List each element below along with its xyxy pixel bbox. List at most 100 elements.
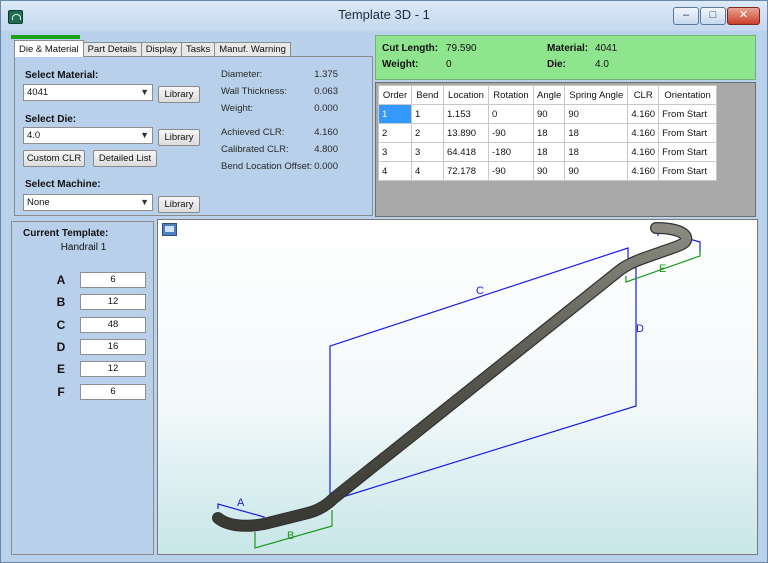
custom-clr-button[interactable]: Custom CLR — [23, 150, 85, 167]
table-cell[interactable]: 72.178 — [443, 161, 489, 181]
weight-summary-label: Weight: — [382, 59, 419, 70]
dim-d-input[interactable]: 16 — [80, 339, 146, 355]
minimize-button[interactable]: – — [673, 7, 699, 25]
tab-strip: Die & Material Part Details Display Task… — [14, 40, 291, 57]
table-cell[interactable]: 18 — [564, 123, 629, 143]
cut-length-label: Cut Length: — [382, 43, 439, 54]
table-cell[interactable]: 4.160 — [627, 161, 660, 181]
die-library-button[interactable]: Library — [158, 129, 200, 146]
table-cell[interactable]: 4 — [411, 161, 444, 181]
die-select-value: 4.0 — [27, 130, 41, 141]
viewport-canvas[interactable]: A B C D E — [158, 220, 758, 555]
table-cell[interactable]: From Start — [658, 142, 718, 162]
wall-thickness-label: Wall Thickness: — [221, 86, 287, 97]
diameter-value: 1.375 — [314, 69, 338, 80]
bend-location-offset-value: 0.000 — [314, 161, 338, 172]
tab-part-details[interactable]: Part Details — [82, 42, 142, 57]
material-library-button[interactable]: Library — [158, 86, 200, 103]
weight-summary-value: 0 — [446, 59, 452, 70]
die-select[interactable]: 4.0 ▼ — [23, 127, 153, 144]
die-material-tab-body: Select Material: 4041 ▼ Library Select D… — [14, 56, 373, 216]
machine-select-value: None — [27, 197, 50, 208]
weight-label: Weight: — [221, 103, 254, 114]
table-cell[interactable]: 90 — [564, 104, 629, 124]
table-cell[interactable]: 3 — [378, 142, 412, 162]
table-cell[interactable]: 18 — [532, 142, 566, 162]
tab-tasks[interactable]: Tasks — [180, 42, 216, 57]
3d-viewport[interactable]: A B C D E — [157, 219, 758, 555]
tab-die-material[interactable]: Die & Material — [14, 40, 84, 57]
tab-display[interactable]: Display — [140, 42, 182, 57]
table-cell[interactable]: From Start — [658, 161, 718, 181]
machine-select[interactable]: None ▼ — [23, 194, 153, 211]
table-cell[interactable]: 64.418 — [443, 142, 489, 162]
column-header[interactable]: Orientation — [658, 85, 718, 105]
dim-b-input[interactable]: 12 — [80, 294, 146, 310]
current-template-label: Current Template: — [23, 228, 109, 239]
table-cell[interactable]: 90 — [532, 104, 566, 124]
table-row[interactable]: 1 1 1.153 0 90 90 4.160 From Start — [378, 104, 718, 124]
maximize-button[interactable]: □ — [700, 7, 726, 25]
column-header[interactable]: Angle — [532, 85, 566, 105]
table-row[interactable]: 2 2 13.890 -90 18 18 4.160 From Start — [378, 123, 718, 143]
table-cell[interactable]: From Start — [658, 123, 718, 143]
dim-e-marker: E — [659, 263, 666, 275]
monitor-icon[interactable] — [162, 223, 177, 236]
dim-e-input[interactable]: 12 — [80, 361, 146, 377]
tab-manuf-warning[interactable]: Manuf. Warning — [214, 42, 291, 57]
table-cell[interactable]: -180 — [488, 142, 534, 162]
table-cell[interactable]: From Start — [658, 104, 718, 124]
table-cell[interactable]: 4 — [378, 161, 412, 181]
machine-library-button[interactable]: Library — [158, 196, 200, 213]
table-cell[interactable]: 13.890 — [443, 123, 489, 143]
material-summary-value: 4041 — [595, 43, 618, 54]
achieved-clr-value: 4.160 — [314, 127, 338, 138]
material-select-value: 4041 — [27, 87, 49, 98]
column-header[interactable]: CLR — [627, 85, 660, 105]
table-cell[interactable]: 1.153 — [443, 104, 489, 124]
chevron-down-icon: ▼ — [140, 87, 149, 97]
dim-c-input[interactable]: 48 — [80, 317, 146, 333]
dim-f-label: F — [57, 385, 65, 399]
cut-length-value: 79.590 — [446, 43, 477, 54]
bend-table: Order Bend Location Rotation Angle Sprin… — [378, 85, 718, 181]
table-cell[interactable]: 18 — [564, 142, 629, 162]
material-select[interactable]: 4041 ▼ — [23, 84, 153, 101]
achieved-clr-label: Achieved CLR: — [221, 127, 285, 138]
table-cell[interactable]: -90 — [488, 123, 534, 143]
title-bar[interactable]: Template 3D - 1 – □ ✕ — [1, 1, 767, 31]
table-cell[interactable]: 2 — [411, 123, 444, 143]
dim-f-input[interactable]: 6 — [80, 384, 146, 400]
weight-value: 0.000 — [314, 103, 338, 114]
detailed-list-button[interactable]: Detailed List — [93, 150, 157, 167]
table-cell[interactable]: 4.160 — [627, 123, 660, 143]
table-cell[interactable]: 1 — [378, 104, 412, 124]
table-cell[interactable]: 2 — [378, 123, 412, 143]
dimension-lines-blue — [217, 229, 701, 525]
table-row[interactable]: 4 4 72.178 -90 90 90 4.160 From Start — [378, 161, 718, 181]
wall-thickness-value: 0.063 — [314, 86, 338, 97]
table-cell[interactable]: 3 — [411, 142, 444, 162]
close-button[interactable]: ✕ — [727, 7, 760, 25]
table-cell[interactable]: 0 — [488, 104, 534, 124]
dim-d-label: D — [56, 340, 66, 354]
bend-table-header: Order Bend Location Rotation Angle Sprin… — [378, 85, 718, 105]
table-cell[interactable]: 90 — [532, 161, 566, 181]
column-header[interactable]: Order — [378, 85, 412, 105]
column-header[interactable]: Rotation — [488, 85, 534, 105]
dim-c-label: C — [56, 318, 66, 332]
settings-panel: Die & Material Part Details Display Task… — [11, 35, 373, 217]
table-cell[interactable]: 90 — [564, 161, 629, 181]
material-summary-label: Material: — [547, 43, 589, 54]
die-summary-label: Die: — [547, 59, 566, 70]
dim-a-input[interactable]: 6 — [80, 272, 146, 288]
table-cell[interactable]: 1 — [411, 104, 444, 124]
table-cell[interactable]: 18 — [532, 123, 566, 143]
table-cell[interactable]: -90 — [488, 161, 534, 181]
column-header[interactable]: Spring Angle — [564, 85, 629, 105]
table-cell[interactable]: 4.160 — [627, 142, 660, 162]
table-row[interactable]: 3 3 64.418 -180 18 18 4.160 From Start — [378, 142, 718, 162]
column-header[interactable]: Bend — [411, 85, 444, 105]
column-header[interactable]: Location — [443, 85, 489, 105]
table-cell[interactable]: 4.160 — [627, 104, 660, 124]
